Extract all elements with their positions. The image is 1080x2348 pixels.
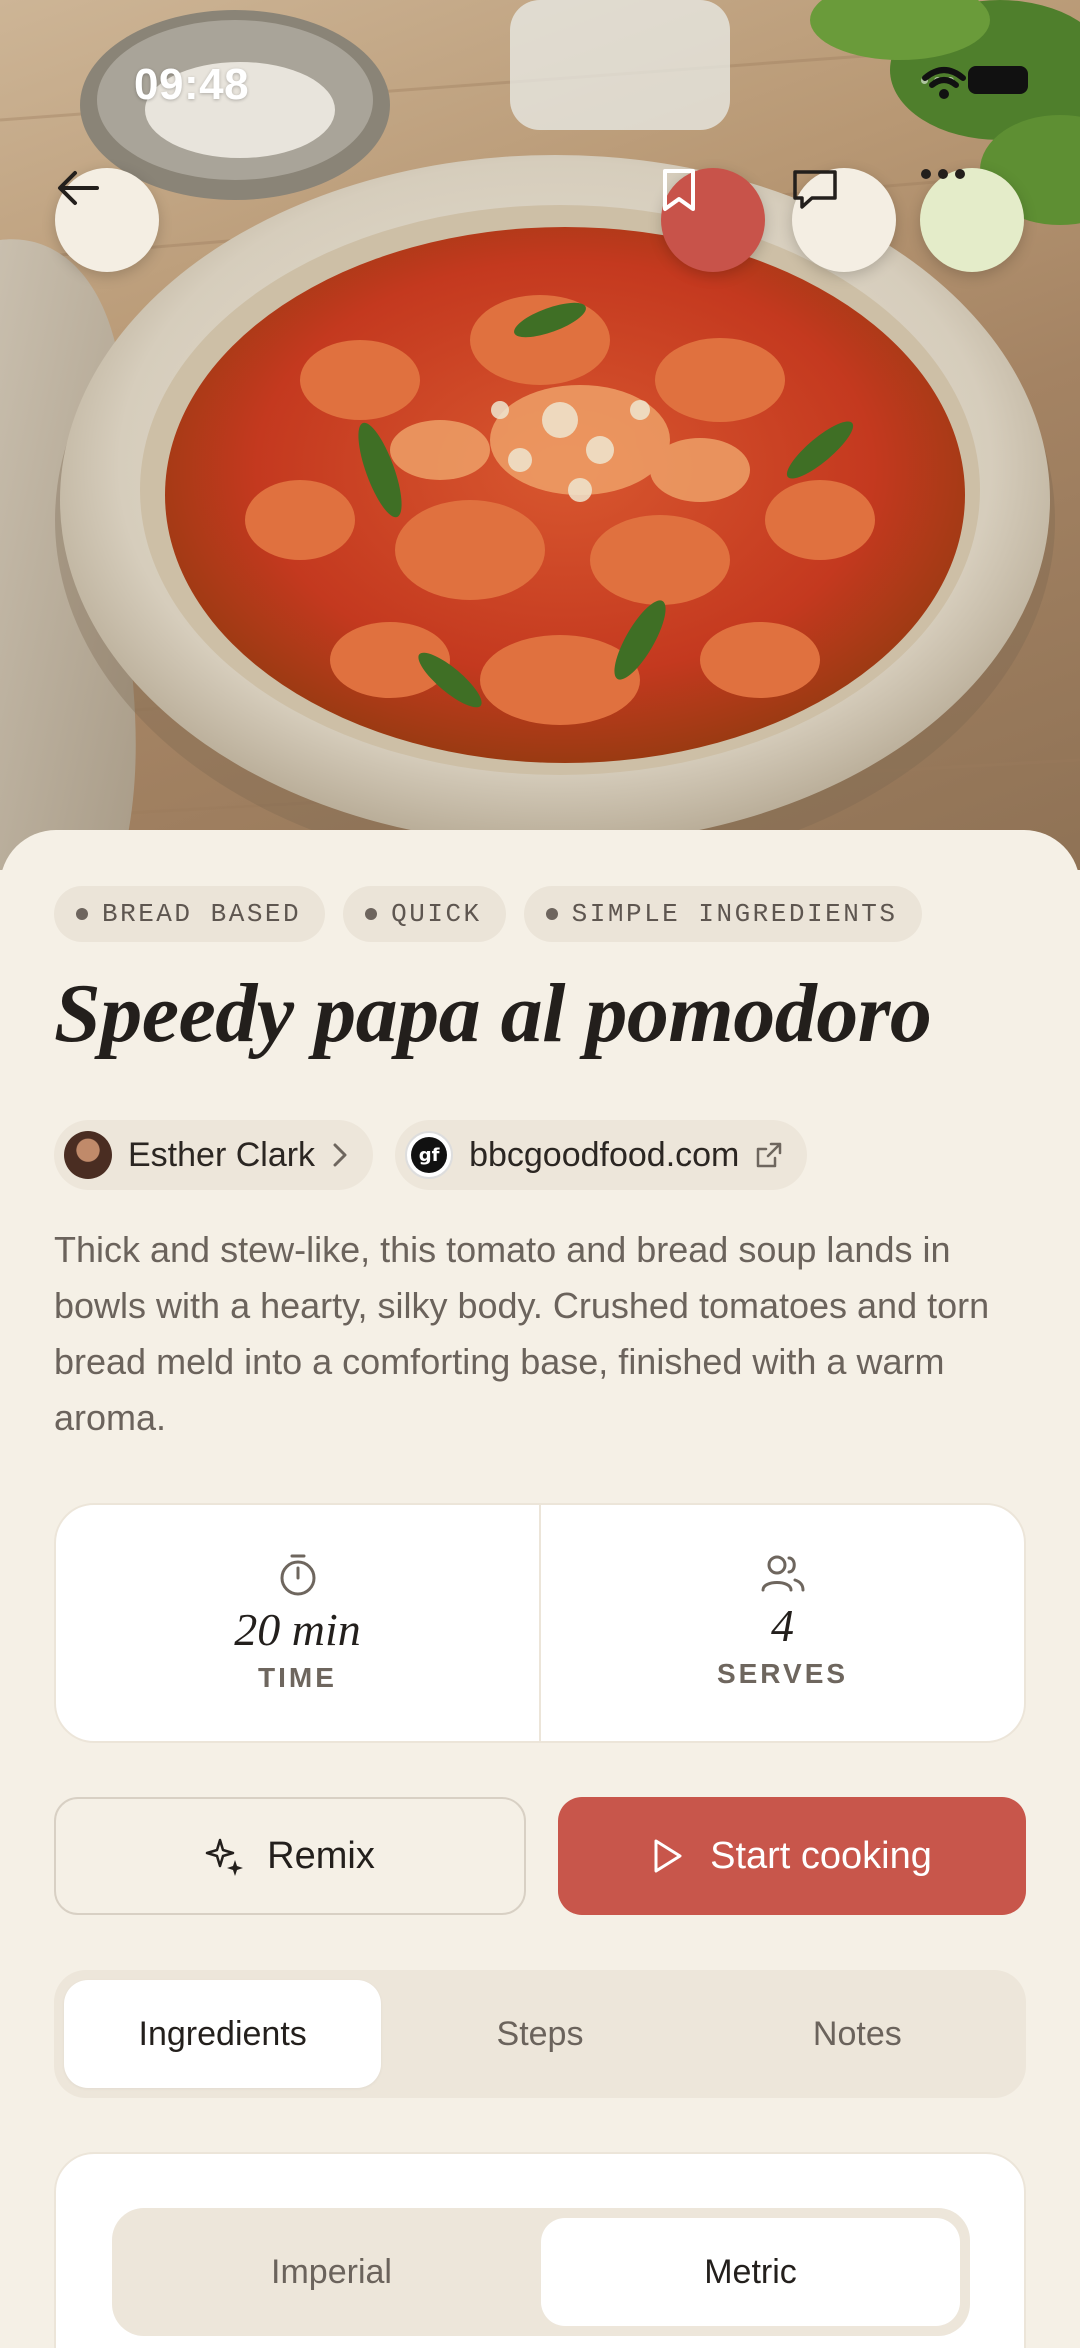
time-value: 20 min — [234, 1604, 361, 1655]
start-cooking-button[interactable]: Start cooking — [558, 1797, 1026, 1915]
source-logo-text: gf — [411, 1137, 448, 1173]
tab-notes[interactable]: Notes — [699, 1980, 1016, 2088]
comment-button[interactable] — [792, 168, 896, 272]
start-cooking-label: Start cooking — [710, 1834, 932, 1877]
sparkle-icon — [205, 1838, 244, 1876]
section-tabs: Ingredients Steps Notes — [54, 1970, 1026, 2098]
tag-dot-icon — [545, 908, 558, 920]
tag-list: BREAD BASED QUICK SIMPLE INGREDIENTS — [54, 886, 922, 942]
source-chip[interactable]: gf bbcgoodfood.com — [395, 1120, 808, 1190]
tag-label: QUICK — [391, 899, 482, 929]
tag-dot-icon — [76, 908, 88, 920]
time-label: TIME — [258, 1662, 337, 1693]
timer-icon — [280, 1554, 315, 1596]
remix-button[interactable]: Remix — [54, 1797, 526, 1915]
back-button[interactable] — [55, 168, 159, 272]
tab-ingredients[interactable]: Ingredients — [64, 1980, 382, 2088]
stats-card: 20 min TIME 4 SERVES — [54, 1503, 1026, 1743]
unit-toggle: Imperial Metric — [112, 2208, 970, 2336]
recipe-description: Thick and stew-like, this tomato and bre… — [54, 1229, 990, 1438]
arrow-left-icon — [58, 171, 99, 205]
author-chip[interactable]: Esther Clark — [54, 1120, 374, 1190]
author-name: Esther Clark — [128, 1135, 316, 1174]
recipe-photo — [0, 0, 1080, 870]
unit-metric[interactable]: Metric — [541, 2218, 960, 2326]
more-button[interactable] — [920, 168, 1024, 272]
remix-label: Remix — [267, 1834, 375, 1877]
tag-quick[interactable]: QUICK — [343, 886, 506, 942]
wifi-icon — [922, 67, 966, 99]
tag-dot-icon — [365, 908, 378, 920]
bookmark-icon — [663, 169, 695, 211]
tag-simple-ingredients[interactable]: SIMPLE INGREDIENTS — [523, 886, 922, 942]
play-icon — [654, 1839, 682, 1873]
people-icon — [761, 1555, 804, 1592]
source-name: bbcgoodfood.com — [469, 1135, 740, 1174]
stat-time: 20 min TIME — [56, 1505, 539, 1741]
external-link-icon — [757, 1142, 782, 1168]
avatar — [64, 1131, 112, 1179]
serves-label: SERVES — [716, 1658, 849, 1689]
status-time: 09:48 — [134, 60, 250, 109]
status-icons — [921, 66, 1028, 99]
chevron-right-icon — [333, 1143, 347, 1167]
tag-label: BREAD BASED — [102, 899, 302, 929]
tab-steps[interactable]: Steps — [381, 1980, 698, 2088]
comment-icon — [793, 170, 837, 209]
unit-imperial[interactable]: Imperial — [122, 2218, 541, 2326]
action-buttons: Remix Start cooking — [54, 1797, 1026, 1915]
recipe-title: Speedy papa al pomodoro — [54, 967, 932, 1060]
more-icon — [921, 169, 965, 179]
tag-label: SIMPLE INGREDIENTS — [571, 899, 898, 929]
battery-icon — [968, 66, 1028, 94]
tag-bread-based[interactable]: BREAD BASED — [54, 886, 326, 942]
ingredients-card: Imperial Metric — [54, 2152, 1026, 2348]
stat-serves: 4 SERVES — [539, 1505, 1024, 1741]
serves-value: 4 — [771, 1600, 794, 1651]
hero-image: 09:48 — [0, 0, 1080, 870]
source-logo: gf — [405, 1131, 454, 1179]
attribution-chips: Esther Clark gf bbcgoodfood.com — [54, 1120, 808, 1190]
bookmark-button[interactable] — [661, 168, 765, 272]
